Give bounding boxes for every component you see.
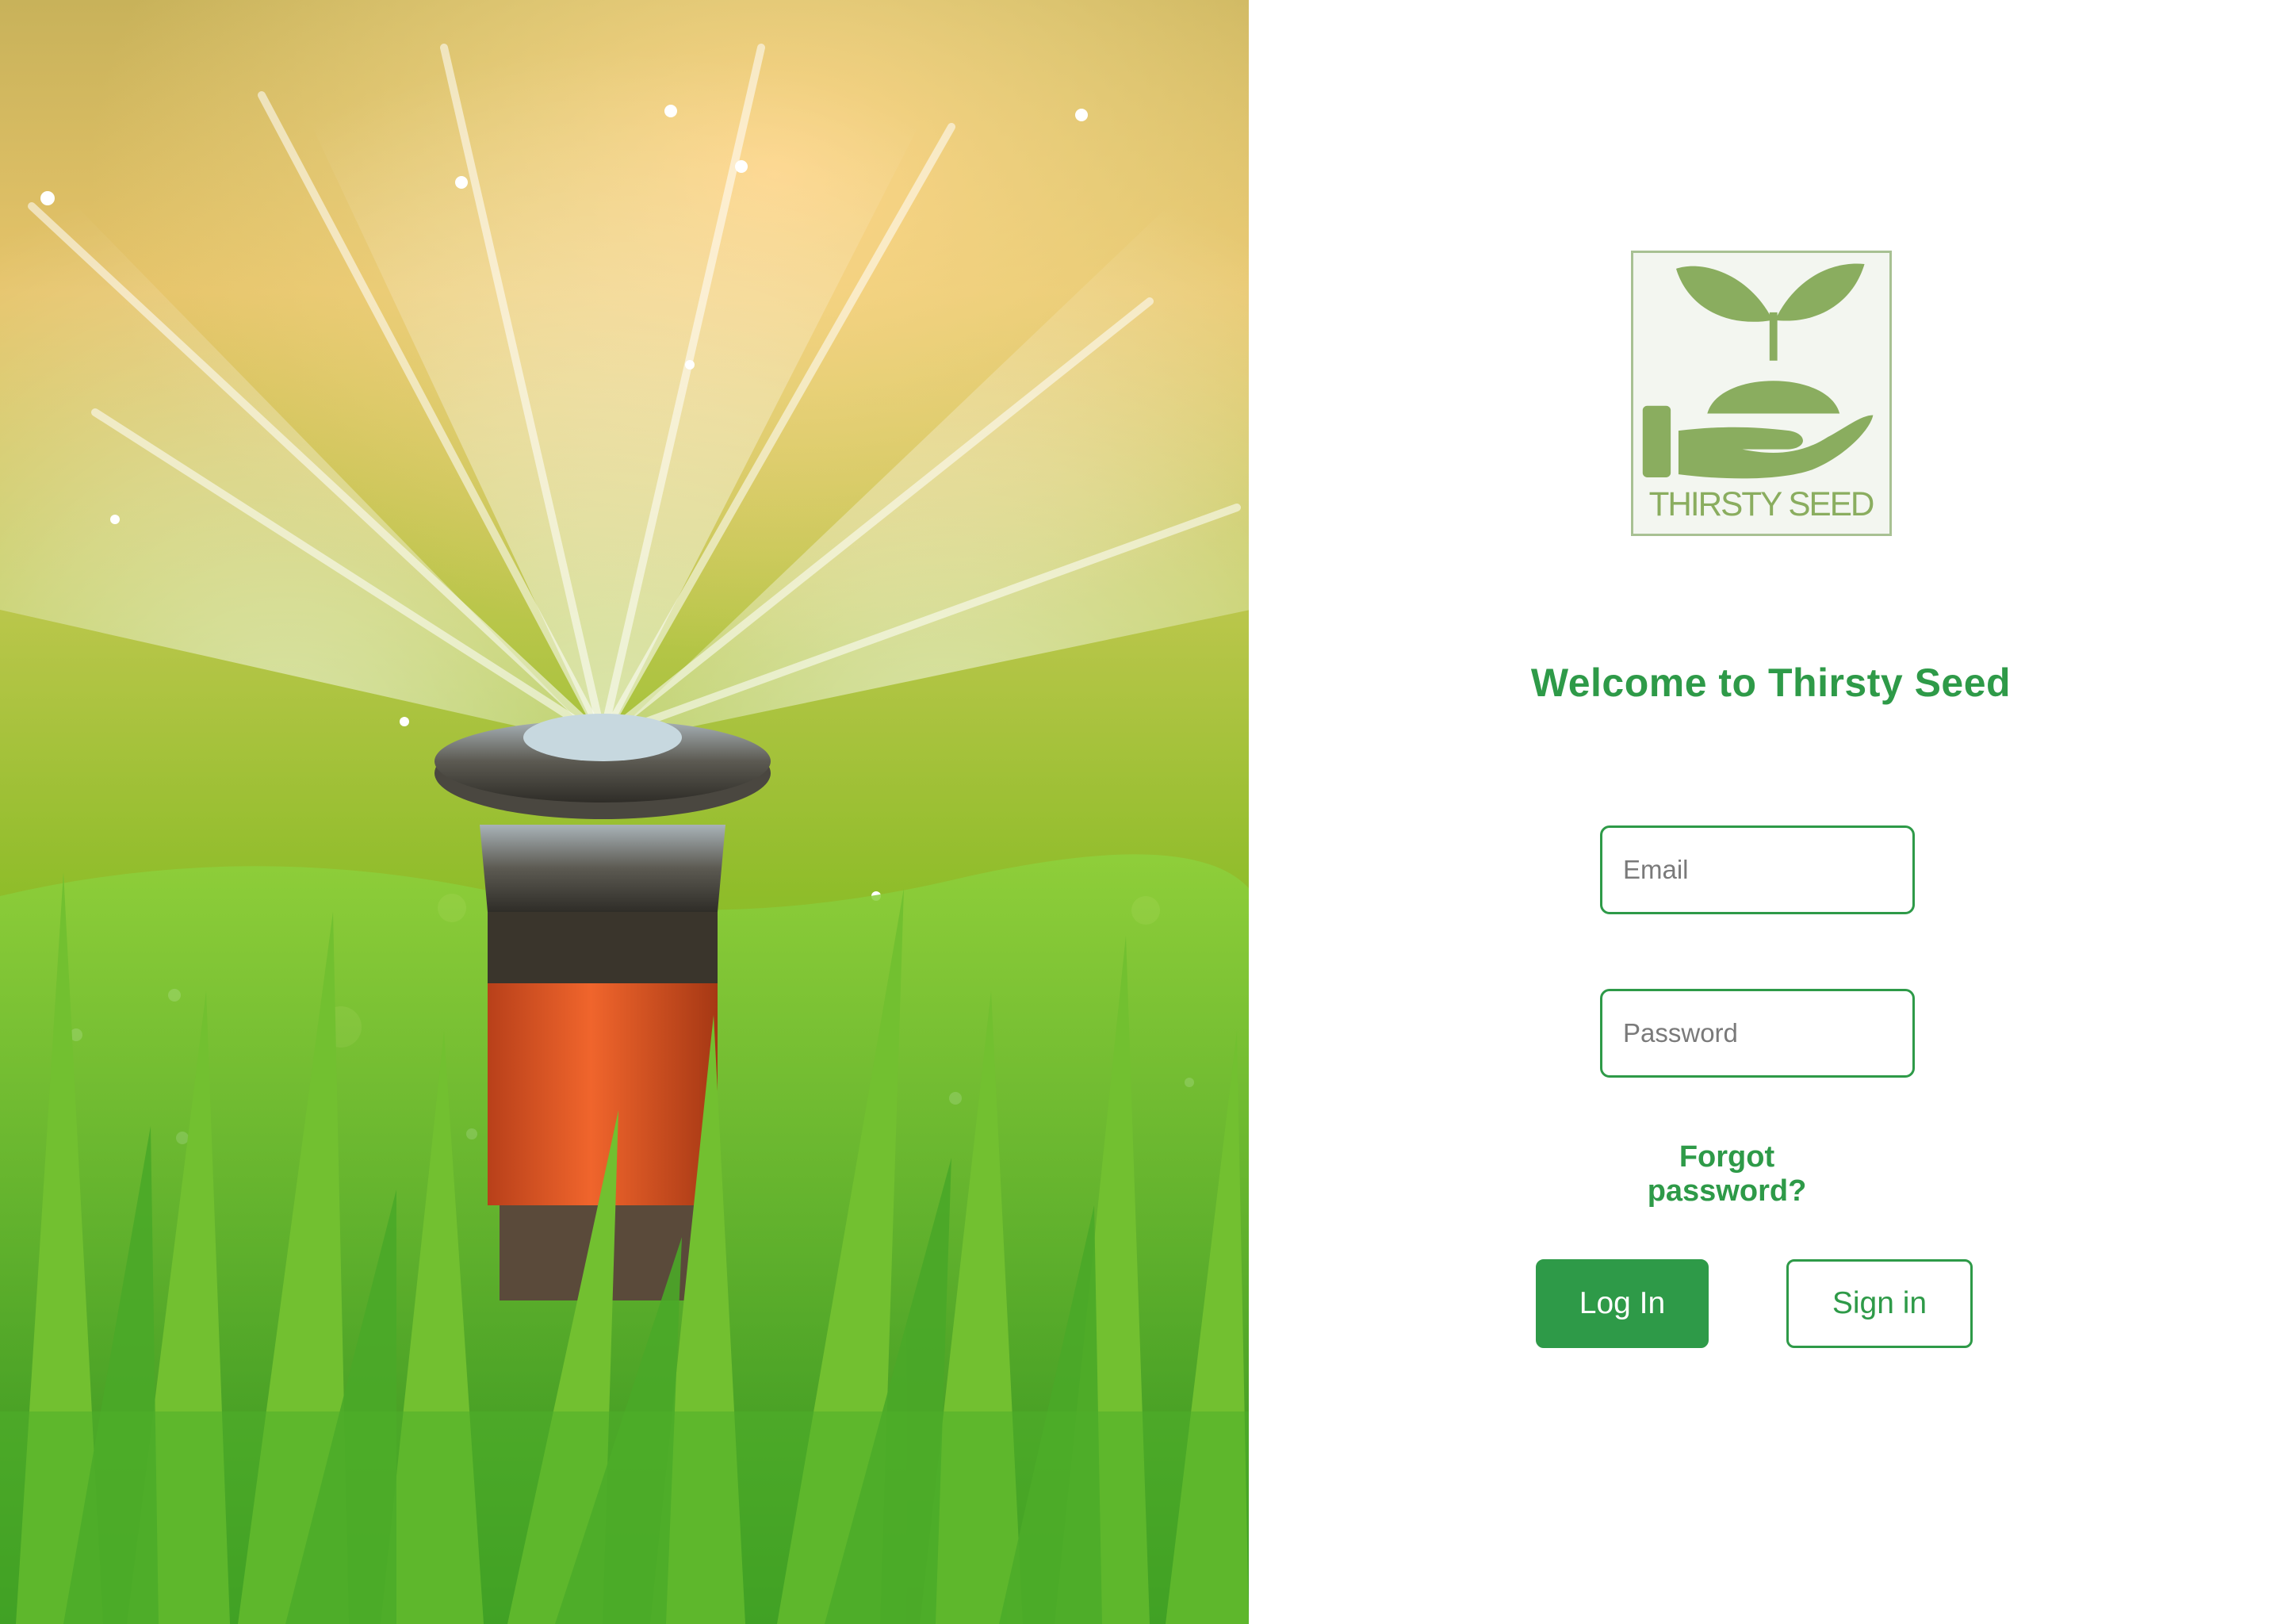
welcome-heading: Welcome to Thirsty Seed [1530,661,2012,705]
login-page: THIRSTY SEED Welcome to Thirsty Seed For… [0,0,2293,1624]
login-panel: THIRSTY SEED Welcome to Thirsty Seed For… [1249,0,2293,1624]
email-field[interactable] [1600,825,1915,914]
login-button[interactable]: Log In [1536,1259,1709,1348]
seedling-hand-icon: THIRSTY SEED [1642,263,1875,523]
sprinkler-image [0,0,1249,1624]
logo-text: THIRSTY SEED [1649,485,1874,523]
hero-illustration [0,0,1249,1624]
sign-in-button[interactable]: Sign in [1786,1259,1973,1348]
password-field[interactable] [1600,989,1915,1078]
forgot-password-link[interactable]: Forgot password? [1600,1140,1854,1208]
thirsty-seed-logo: THIRSTY SEED [1631,251,1892,536]
